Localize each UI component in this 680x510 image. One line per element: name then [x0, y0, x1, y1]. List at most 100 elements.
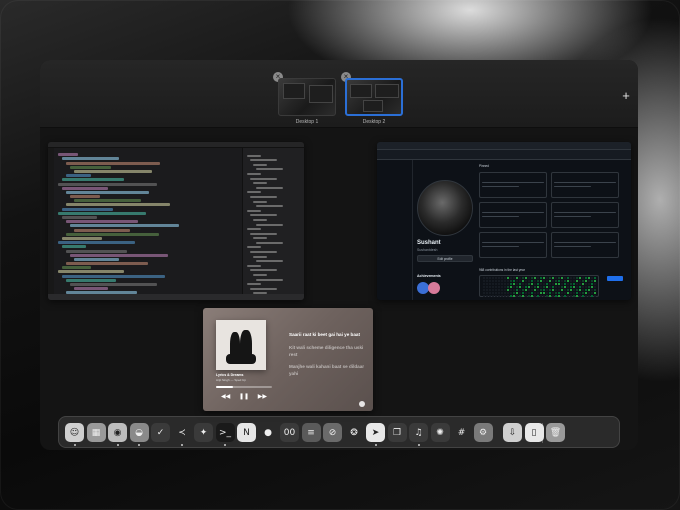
file-tree-item[interactable] — [250, 214, 277, 217]
contribution-cell — [585, 286, 587, 288]
next-track-icon[interactable]: ▶▶ — [258, 393, 267, 400]
downloads-icon[interactable]: ⇩ — [503, 423, 522, 442]
notion-icon[interactable]: N — [237, 423, 256, 442]
file-tree-item[interactable] — [253, 182, 267, 185]
file-tree-item[interactable] — [247, 264, 261, 267]
system-settings-icon[interactable]: ⚙ — [473, 423, 493, 442]
contribution-cell — [507, 286, 509, 288]
file-tree-item[interactable] — [247, 172, 261, 175]
playback-progress[interactable] — [216, 386, 272, 388]
add-space-button[interactable]: + — [620, 89, 632, 102]
file-tree-item[interactable] — [256, 260, 283, 263]
chatgpt-icon[interactable]: ◉ — [108, 423, 127, 442]
contribution-cell — [495, 283, 497, 285]
contribution-cell — [579, 295, 581, 297]
file-tree-item[interactable] — [250, 159, 277, 162]
contribution-cell — [594, 280, 596, 282]
pinned-repo-card[interactable] — [551, 172, 619, 198]
file-tree-item[interactable] — [247, 246, 261, 249]
file-tree-item[interactable] — [250, 177, 277, 180]
music-player-window[interactable]: Lyrics & Dreams Arjit Singh — Sped Up ◀◀… — [203, 308, 373, 411]
file-tree-item[interactable] — [253, 274, 267, 277]
file-tree-item[interactable] — [247, 228, 261, 231]
contribution-cell — [576, 289, 578, 291]
documents-icon[interactable]: ▯ — [524, 423, 544, 442]
edit-profile-button[interactable]: Edit profile — [417, 255, 473, 262]
file-tree-item[interactable] — [250, 232, 277, 235]
telegram-icon[interactable]: ➤ — [366, 423, 385, 442]
contribution-cell — [522, 289, 524, 291]
file-tree-item[interactable] — [250, 195, 277, 198]
contribution-cell — [564, 280, 566, 282]
file-tree-item[interactable] — [250, 269, 277, 272]
pause-icon[interactable]: ❚❚ — [239, 393, 249, 400]
contribution-cell — [537, 280, 539, 282]
file-tree-item[interactable] — [250, 287, 277, 290]
pinned-repo-card[interactable] — [479, 172, 547, 198]
slack-icon[interactable]: # — [452, 423, 471, 442]
file-tree-item[interactable] — [247, 209, 261, 212]
browser-sidebar — [377, 160, 413, 300]
file-tree-item[interactable] — [256, 241, 283, 244]
contribution-cell — [516, 295, 518, 297]
files-icon[interactable]: ❐ — [387, 423, 407, 442]
contribution-cell — [579, 277, 581, 279]
menubar-icon[interactable]: ≡ — [301, 423, 321, 442]
running-indicator — [181, 444, 183, 446]
space-thumbnail-desktop-2[interactable] — [345, 78, 403, 116]
photos-icon[interactable]: ✺ — [430, 423, 450, 442]
code-line — [58, 211, 146, 215]
contribution-cell — [537, 286, 539, 288]
file-tree-item[interactable] — [253, 163, 267, 166]
pinned-repo-card[interactable] — [551, 232, 619, 258]
contribution-cell — [552, 292, 554, 294]
browser-window[interactable]: Sushant Sushantdesh Edit profile Achieve… — [377, 142, 631, 300]
contribution-cell — [561, 292, 563, 294]
achievement-badge — [428, 282, 440, 294]
vscode-icon[interactable]: ≺ — [172, 423, 192, 442]
contribution-cell — [564, 295, 566, 297]
file-tree-item[interactable] — [256, 168, 283, 171]
music-icon[interactable]: ♫ — [409, 423, 428, 442]
contribution-cell — [540, 295, 542, 297]
space-thumbnail-desktop-1[interactable] — [278, 78, 336, 116]
screen-mirror-icon[interactable]: 00 — [280, 423, 299, 442]
file-tree-item[interactable] — [247, 191, 261, 194]
trash-icon[interactable]: 🗑 — [546, 423, 565, 442]
contribution-cell — [543, 280, 545, 282]
pinned-repo-card[interactable] — [479, 202, 547, 228]
avatar — [417, 180, 473, 236]
previous-track-icon[interactable]: ◀◀ — [221, 393, 230, 400]
launchpad-icon[interactable]: ▦ — [86, 423, 106, 442]
file-tree-item[interactable] — [256, 223, 283, 226]
perplexity-icon[interactable]: ✦ — [194, 423, 213, 442]
file-tree-item[interactable] — [253, 255, 267, 258]
year-selector[interactable] — [607, 276, 623, 281]
file-tree-item[interactable] — [247, 283, 261, 286]
contribution-cell — [540, 277, 542, 279]
safari-icon[interactable]: ⊘ — [323, 423, 342, 442]
file-tree-item[interactable] — [253, 237, 267, 240]
finder-icon[interactable]: ☺ — [65, 423, 84, 442]
code-line — [62, 266, 91, 270]
file-tree-item[interactable] — [256, 186, 283, 189]
pinned-repo-card[interactable] — [551, 202, 619, 228]
arc-icon[interactable]: ◒ — [129, 423, 149, 442]
file-tree-item[interactable] — [253, 218, 267, 221]
contribution-cell — [546, 280, 548, 282]
file-tree-item[interactable] — [253, 200, 267, 203]
file-tree-item[interactable] — [256, 278, 283, 281]
contribution-cell — [552, 286, 554, 288]
file-tree-item[interactable] — [247, 154, 261, 157]
openai-icon[interactable]: ❂ — [344, 423, 364, 442]
contribution-cell — [525, 277, 527, 279]
pinned-repo-card[interactable] — [479, 232, 547, 258]
contribution-cell — [582, 292, 584, 294]
reminders-icon[interactable]: ✓ — [151, 423, 170, 442]
file-tree-item[interactable] — [250, 251, 277, 254]
terminal-icon[interactable]: >_ — [215, 423, 235, 442]
camera-icon[interactable]: ● — [258, 423, 278, 442]
file-tree-item[interactable] — [256, 205, 283, 208]
code-editor-window[interactable] — [48, 142, 304, 300]
more-options-icon[interactable] — [359, 401, 365, 407]
